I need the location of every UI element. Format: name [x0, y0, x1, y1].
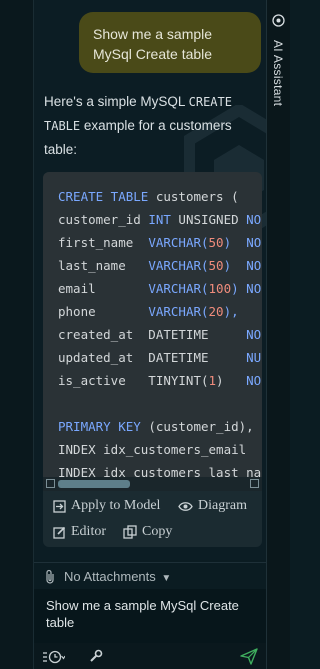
code-token: VARCHAR(: [148, 235, 209, 250]
code-lines: CREATE TABLE customers (customer_id INT …: [58, 185, 261, 477]
message-input[interactable]: Show me a sample MySql Create table: [34, 589, 266, 643]
apply-to-model-label: Apply to Model: [71, 498, 161, 513]
code-token: INDEX idx_customers_email: [58, 442, 247, 457]
code-token: VARCHAR(: [148, 281, 209, 296]
code-token: phone: [58, 304, 149, 319]
chevron-down-icon: ▼: [161, 572, 172, 584]
code-line: last_name VARCHAR(50) NO: [58, 254, 261, 277]
code-token: VARCHAR(: [148, 304, 209, 319]
code-block[interactable]: CREATE TABLE customers (customer_id INT …: [43, 172, 262, 477]
apply-icon: [53, 499, 66, 513]
scroll-right-button[interactable]: [250, 479, 259, 488]
code-line: INDEX idx_customers_email: [58, 438, 261, 461]
code-line: email VARCHAR(100) NO: [58, 277, 261, 300]
code-token: (customer_id),: [140, 419, 254, 434]
code-token: NO: [246, 281, 262, 296]
apply-to-model-button[interactable]: Apply to Model: [53, 498, 160, 514]
attachments-dropdown[interactable]: No Attachments ▼: [64, 569, 171, 584]
code-line: INDEX idx_customers_last_na: [58, 461, 261, 477]
composer-toolbar: [34, 643, 266, 669]
code-token: last_name: [58, 258, 149, 273]
paperclip-icon[interactable]: [44, 569, 56, 584]
horizontal-scrollbar[interactable]: [43, 477, 262, 491]
eye-icon: [178, 501, 193, 511]
code-token: INT: [148, 212, 171, 227]
code-token: UNSIGNED: [170, 212, 247, 227]
copy-icon: [123, 525, 137, 539]
code-token: NO: [246, 258, 262, 273]
code-block-card: CREATE TABLE customers (customer_id INT …: [43, 172, 262, 547]
left-gutter: [0, 0, 34, 669]
wrench-icon[interactable]: [89, 649, 103, 663]
ai-response-text: Here's a simple MySQL CREATE TABLE examp…: [44, 90, 254, 162]
code-token: NO: [246, 212, 262, 227]
code-token: CREATE TABLE: [58, 189, 149, 204]
right-side-strip: AI Assistant: [266, 0, 290, 669]
code-line: first_name VARCHAR(50) NO: [58, 231, 261, 254]
editor-label: Editor: [71, 524, 106, 539]
user-message-bubble: Show me a sample MySql Create table: [79, 12, 261, 73]
code-token: first_name: [58, 235, 149, 250]
code-line: PRIMARY KEY (customer_id),: [58, 415, 261, 438]
code-token: ): [231, 281, 239, 296]
tab-ai-assistant[interactable]: AI Assistant: [267, 10, 290, 125]
editor-button[interactable]: Editor: [53, 524, 106, 540]
copy-button[interactable]: Copy: [123, 524, 172, 540]
code-line: created_at DATETIME NO: [58, 323, 261, 346]
code-token: updated_at DATETIME: [58, 350, 247, 365]
code-token: 50: [208, 258, 224, 273]
chat-panel: Show me a sample MySql Create table Here…: [34, 0, 266, 560]
code-line: updated_at DATETIME NU: [58, 346, 261, 369]
code-token: VARCHAR(: [148, 258, 209, 273]
code-token: created_at DATETIME: [58, 327, 247, 342]
code-line: customer_id INT UNSIGNED NO: [58, 208, 261, 231]
message-input-text: Show me a sample MySql Create table: [46, 598, 239, 630]
code-line: phone VARCHAR(20),: [58, 300, 261, 323]
code-token: ),: [223, 304, 239, 319]
edit-icon: [53, 526, 66, 539]
scroll-left-button[interactable]: [46, 479, 55, 488]
copy-label: Copy: [142, 524, 173, 539]
code-line: is_active TINYINT(1) NO: [58, 369, 261, 392]
diagram-label: Diagram: [198, 498, 247, 513]
code-token: NU: [246, 350, 262, 365]
code-token: NO: [246, 373, 262, 388]
code-token: PRIMARY KEY: [58, 419, 141, 434]
user-message-text: Show me a sample MySql Create table: [93, 26, 213, 62]
attachments-bar: No Attachments ▼: [34, 562, 266, 589]
assistant-icon: [272, 14, 285, 27]
code-token: 50: [208, 235, 224, 250]
code-token: 1: [208, 373, 217, 388]
code-token: 100: [208, 281, 232, 296]
code-token: customers (: [148, 189, 239, 204]
code-token: customer_id: [58, 212, 149, 227]
code-token: NO: [246, 235, 262, 250]
ai-assistant-tab-label: AI Assistant: [271, 40, 285, 107]
scrollbar-thumb[interactable]: [58, 480, 130, 488]
code-token: NO: [246, 327, 262, 342]
code-token: is_active TINYINT(: [58, 373, 209, 388]
send-icon[interactable]: [240, 648, 258, 665]
attachments-label: No Attachments: [64, 568, 156, 584]
code-token: email: [58, 281, 149, 296]
code-token: ): [216, 373, 247, 388]
code-token: 20: [208, 304, 224, 319]
code-line: CREATE TABLE customers (: [58, 185, 261, 208]
code-token: INDEX idx_customers_last_na: [58, 465, 262, 477]
history-icon[interactable]: [43, 650, 65, 664]
diagram-button[interactable]: Diagram: [178, 498, 247, 514]
ai-intro-text-1: Here's a simple MySQL: [44, 94, 189, 109]
code-token: ): [223, 258, 232, 273]
code-token: ): [223, 235, 232, 250]
